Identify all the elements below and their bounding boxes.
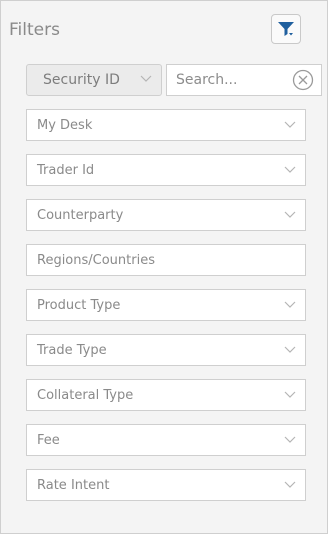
chevron-down-icon [284, 121, 296, 128]
chevron-down-icon [284, 481, 296, 488]
filter-label: Trade Type [37, 343, 107, 358]
security-type-select[interactable]: Security ID [26, 64, 162, 96]
filter-label: Regions/Countries [37, 253, 155, 268]
filters-panel: Filters Security ID Search... My Desk Tr… [0, 0, 328, 534]
filters-content: Security ID My Desk Trader Id Counte [18, 64, 322, 501]
security-row: Security ID [18, 64, 322, 96]
filter-label: Fee [37, 433, 60, 448]
security-search-input[interactable] [176, 71, 276, 89]
panel-header: Filters [1, 1, 327, 61]
filter-counterparty[interactable]: Counterparty [26, 199, 306, 231]
filter-fee[interactable]: Fee [26, 424, 306, 456]
chevron-down-icon [284, 436, 296, 443]
filter-label: My Desk [37, 118, 93, 133]
security-search-box [166, 64, 322, 96]
filter-trade-type[interactable]: Trade Type [26, 334, 306, 366]
filter-label: Collateral Type [37, 388, 134, 403]
filter-collateral-type[interactable]: Collateral Type [26, 379, 306, 411]
filter-rate-intent[interactable]: Rate Intent [26, 469, 306, 501]
chevron-down-icon [284, 391, 296, 398]
filter-my-desk[interactable]: My Desk [26, 109, 306, 141]
chevron-down-icon [284, 301, 296, 308]
panel-title: Filters [9, 20, 60, 40]
chevron-down-icon [284, 211, 296, 218]
filter-label: Counterparty [37, 208, 124, 223]
apply-filter-button[interactable] [271, 14, 301, 44]
chevron-down-icon [284, 166, 296, 173]
filter-label: Rate Intent [37, 478, 110, 493]
filter-trader-id[interactable]: Trader Id [26, 154, 306, 186]
filter-label: Trader Id [37, 163, 95, 178]
clear-search-icon[interactable] [292, 69, 314, 91]
filter-product-type[interactable]: Product Type [26, 289, 306, 321]
filter-regions-countries[interactable]: Regions/Countries [26, 244, 306, 276]
filter-label: Product Type [37, 298, 121, 313]
chevron-down-icon [284, 346, 296, 353]
filter-icon [278, 22, 294, 36]
security-type-label: Security ID [43, 72, 120, 88]
chevron-down-icon [140, 75, 152, 82]
